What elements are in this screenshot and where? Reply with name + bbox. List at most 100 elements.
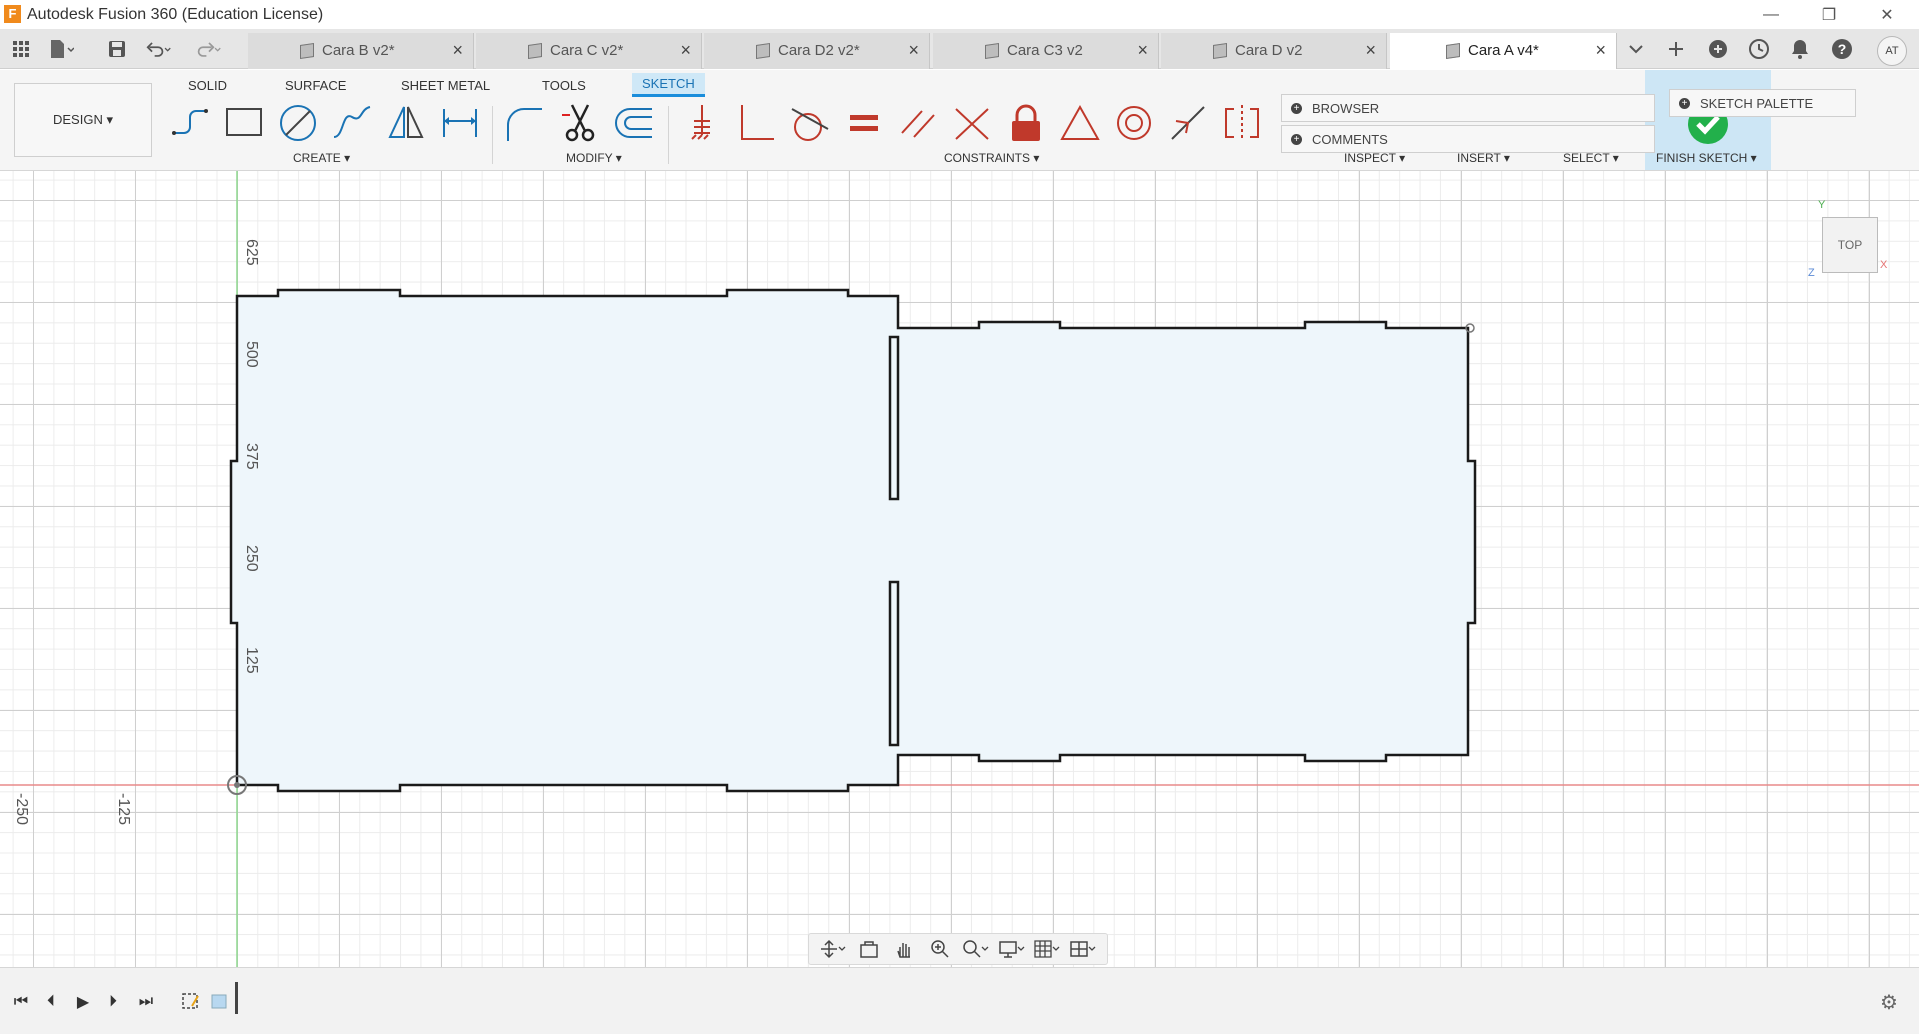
look-at-icon[interactable] (855, 937, 883, 961)
document-tab-cara-c3[interactable]: Cara C3 v2 × (933, 33, 1159, 69)
tab-label: Cara A v4* (1468, 42, 1539, 59)
coincident-constraint-icon[interactable] (680, 101, 724, 145)
zoom-icon[interactable] (926, 937, 954, 961)
viewcube-y-axis-letter: Y (1818, 199, 1826, 211)
sketch-geometry[interactable] (0, 171, 1919, 967)
close-tab-icon[interactable]: × (452, 40, 463, 61)
symmetric-bracket-icon[interactable] (1220, 101, 1264, 145)
timeline-marker[interactable] (235, 982, 238, 1014)
fillet-tool-icon[interactable] (504, 101, 548, 145)
concentric-constraint-icon[interactable] (1112, 101, 1156, 145)
close-tab-icon[interactable]: × (1365, 40, 1376, 61)
tab-sheet-metal[interactable]: SHEET METAL (397, 73, 494, 97)
extensions-icon[interactable] (1704, 35, 1732, 63)
spline-tool-icon[interactable] (330, 101, 374, 145)
display-settings-icon[interactable] (998, 937, 1026, 961)
fusion-logo-icon: F (4, 5, 21, 23)
component-icon (1446, 43, 1460, 59)
job-status-clock-icon[interactable] (1745, 35, 1773, 63)
finish-sketch-menu[interactable]: FINISH SKETCH ▾ (1656, 151, 1757, 165)
close-tab-icon[interactable]: × (1137, 40, 1148, 61)
component-icon (528, 43, 542, 59)
help-icon[interactable]: ? (1828, 35, 1856, 63)
file-menu-icon[interactable] (48, 37, 74, 61)
create-menu[interactable]: CREATE ▾ (293, 151, 350, 165)
design-canvas[interactable]: 625 500 375 250 125 -250 -125 TOP Y X Z (0, 171, 1919, 967)
user-avatar[interactable]: AT (1877, 36, 1907, 66)
document-tab-cara-d[interactable]: Cara D v2 × (1161, 33, 1387, 69)
notifications-bell-icon[interactable] (1786, 35, 1814, 63)
tab-label: Cara C3 v2 (1007, 42, 1083, 59)
constraints-menu[interactable]: CONSTRAINTS ▾ (944, 151, 1039, 165)
ribbon-toolbar: DESIGN ▾ SOLID SURFACE SHEET METAL TOOLS… (0, 70, 1919, 171)
sketch-palette-panel[interactable]: + SKETCH PALETTE (1669, 89, 1856, 117)
viewcube-z-axis-letter: Z (1808, 267, 1815, 279)
sketch-dimension-tool-icon[interactable] (438, 101, 482, 145)
circle-tool-icon[interactable] (276, 101, 320, 145)
new-tab-plus-icon[interactable] (1662, 35, 1690, 63)
close-window-button[interactable]: ✕ (1858, 0, 1916, 29)
undo-icon[interactable] (146, 37, 172, 61)
comments-panel[interactable]: + COMMENTS (1281, 125, 1655, 153)
select-menu[interactable]: SELECT ▾ (1563, 151, 1619, 165)
line-tool-icon[interactable] (168, 101, 212, 145)
minimize-button[interactable]: — (1742, 0, 1800, 29)
grid-settings-icon[interactable] (1033, 937, 1061, 961)
viewcube[interactable]: TOP (1822, 217, 1878, 273)
restore-button[interactable]: ❐ (1800, 0, 1858, 29)
save-icon[interactable] (104, 37, 130, 61)
component-icon (756, 43, 770, 59)
tab-tools[interactable]: TOOLS (538, 73, 590, 97)
apps-grid-icon[interactable] (8, 37, 34, 61)
viewports-icon[interactable] (1069, 937, 1097, 961)
expand-plus-icon: + (1291, 133, 1302, 145)
workspace-switcher-button[interactable]: DESIGN ▾ (14, 83, 152, 157)
mirror-tool-icon[interactable] (384, 101, 428, 145)
timeline-next-button[interactable]: ⏵ (100, 990, 126, 1014)
tab-solid[interactable]: SOLID (184, 73, 231, 97)
timeline-settings-gear-icon[interactable]: ⚙ (1880, 990, 1898, 1015)
timeline-first-button[interactable]: ⏮ (8, 990, 34, 1014)
offset-tool-icon[interactable] (612, 101, 656, 145)
component-icon (1213, 43, 1227, 59)
rectangle-tool-icon[interactable] (222, 101, 266, 145)
timeline-last-button[interactable]: ⏭ (133, 990, 159, 1014)
fix-lock-icon[interactable] (1004, 101, 1048, 145)
browser-panel[interactable]: + BROWSER (1281, 94, 1655, 122)
close-tab-icon[interactable]: × (908, 40, 919, 61)
document-tab-cara-a[interactable]: Cara A v4* × (1390, 33, 1617, 69)
tab-overflow-chevron-icon[interactable] (1622, 35, 1650, 63)
close-tab-icon[interactable]: × (680, 40, 691, 61)
window-title: Autodesk Fusion 360 (Education License) (27, 6, 324, 23)
midpoint-constraint-icon[interactable] (1166, 101, 1210, 145)
document-tab-cara-c[interactable]: Cara C v2* × (476, 33, 702, 69)
title-bar: F Autodesk Fusion 360 (Education License… (0, 0, 1919, 29)
insert-menu[interactable]: INSERT ▾ (1457, 151, 1510, 165)
symmetry-triangle-icon[interactable] (1058, 101, 1102, 145)
collinear-constraint-icon[interactable] (950, 101, 994, 145)
perpendicular-constraint-icon[interactable] (734, 101, 778, 145)
timeline-sketch-feature-icon[interactable] (180, 990, 202, 1012)
tab-sketch[interactable]: SKETCH (632, 73, 705, 97)
parallel-constraint-icon[interactable] (896, 101, 940, 145)
timeline-component-feature-icon[interactable] (208, 990, 230, 1012)
tab-label: Cara C v2* (550, 42, 624, 59)
equal-constraint-icon[interactable] (842, 101, 886, 145)
timeline-play-button[interactable]: ▶ (70, 990, 96, 1014)
tangent-constraint-icon[interactable] (788, 101, 832, 145)
timeline-previous-button[interactable]: ⏴ (38, 990, 64, 1014)
y-axis-label: 250 (243, 545, 260, 572)
fit-view-icon[interactable] (962, 937, 990, 961)
document-tab-cara-d2[interactable]: Cara D2 v2* × (704, 33, 930, 69)
pan-hand-icon[interactable] (890, 937, 918, 961)
trim-scissors-icon[interactable] (558, 101, 602, 145)
orbit-icon[interactable] (819, 937, 847, 961)
inspect-menu[interactable]: INSPECT ▾ (1344, 151, 1405, 165)
y-axis-label: 625 (243, 239, 260, 266)
redo-icon[interactable] (196, 37, 222, 61)
modify-menu[interactable]: MODIFY ▾ (566, 151, 622, 165)
document-tab-bar: Cara B v2* × Cara C v2* × Cara D2 v2* × … (0, 29, 1919, 69)
document-tab-cara-b[interactable]: Cara B v2* × (248, 33, 474, 69)
close-tab-icon[interactable]: × (1595, 40, 1606, 61)
tab-surface[interactable]: SURFACE (281, 73, 350, 97)
